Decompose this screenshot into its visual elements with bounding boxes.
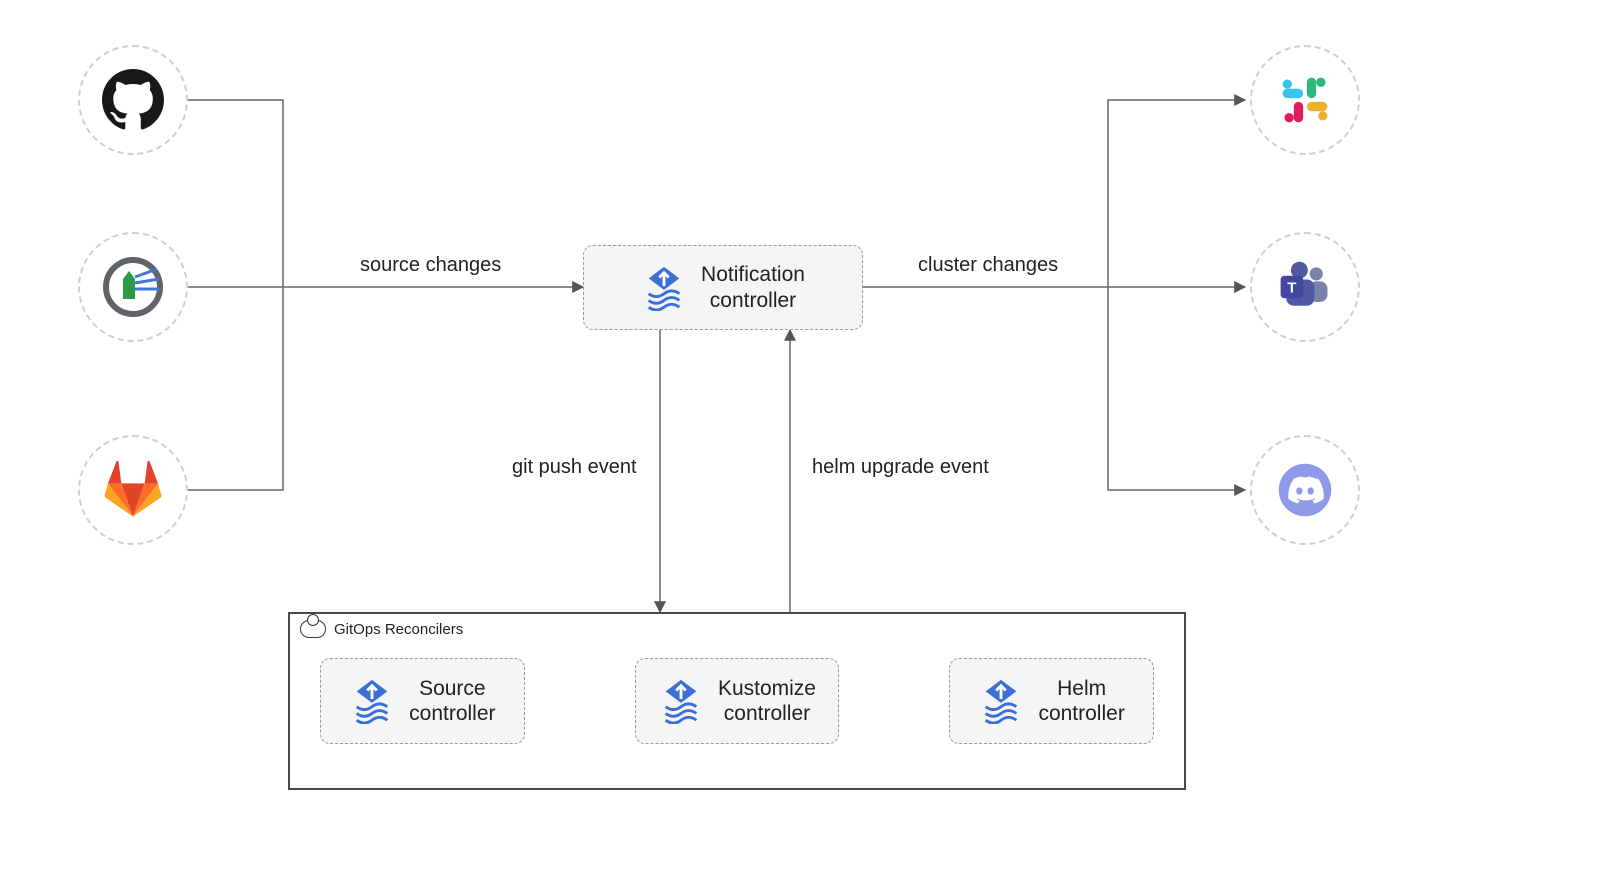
notification-controller-node: Notification controller [583,245,863,330]
harbor-icon [101,255,165,319]
source-harbor [78,232,188,342]
edge-label-helm-upgrade: helm upgrade event [812,456,989,479]
gitlab-icon [103,460,163,520]
edge-label-cluster-changes: cluster changes [918,254,1058,277]
edge-label-git-push: git push event [512,456,637,479]
gitops-reconcilers-container: GitOps Reconcilers Source controller [288,612,1186,790]
flux-icon [349,678,395,724]
source-github [78,45,188,155]
github-icon [102,69,164,131]
diagram-canvas: T Notification controller source changes… [0,0,1600,896]
discord-icon [1275,460,1335,520]
flux-icon [978,678,1024,724]
source-gitlab [78,435,188,545]
svg-text:T: T [1287,280,1296,297]
helm-controller-label: Helm controller [1038,676,1124,726]
notification-controller-label: Notification controller [701,262,805,312]
target-teams: T [1250,232,1360,342]
container-title-band: GitOps Reconcilers [290,614,1184,644]
slack-icon [1277,72,1333,128]
edge-label-source-changes: source changes [360,254,501,277]
teams-icon: T [1275,257,1335,317]
helm-controller-node: Helm controller [949,658,1154,744]
target-slack [1250,45,1360,155]
container-title: GitOps Reconcilers [334,621,463,638]
source-controller-node: Source controller [320,658,525,744]
cloud-icon [300,620,326,638]
kustomize-controller-node: Kustomize controller [635,658,840,744]
flux-icon [641,265,687,311]
target-discord [1250,435,1360,545]
flux-icon [658,678,704,724]
kustomize-controller-label: Kustomize controller [718,676,816,726]
source-controller-label: Source controller [409,676,495,726]
